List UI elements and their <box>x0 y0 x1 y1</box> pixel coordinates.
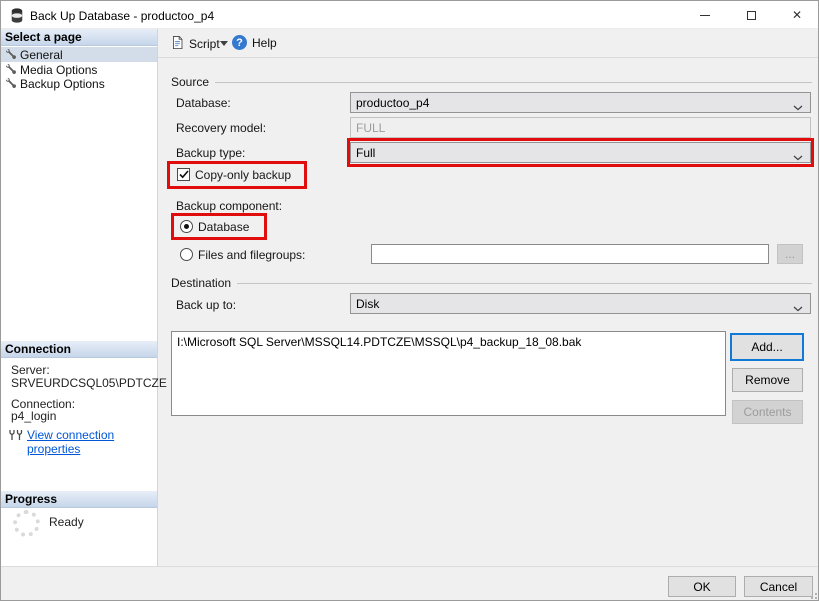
back-up-to-label: Back up to: <box>176 298 236 312</box>
maximize-icon <box>747 11 756 20</box>
recovery-model-value: FULL <box>356 121 385 135</box>
help-label: Help <box>252 36 277 50</box>
connection-value: p4_login <box>11 409 56 423</box>
back-up-to-combobox[interactable]: Disk <box>350 293 811 314</box>
minimize-icon <box>700 15 710 16</box>
database-label: Database: <box>176 96 231 110</box>
sidebar-item-general[interactable]: General <box>1 47 157 62</box>
sidebar-item-label: General <box>20 48 63 62</box>
group-divider <box>237 283 812 284</box>
backup-type-combobox[interactable]: Full <box>350 142 811 163</box>
destination-group-header: Destination <box>171 276 812 290</box>
close-button[interactable]: ✕ <box>774 1 819 29</box>
destination-file-item[interactable]: I:\Microsoft SQL Server\MSSQL14.PDTCZE\M… <box>177 335 720 349</box>
wrench-icon <box>6 63 16 77</box>
chevron-down-icon <box>793 100 803 114</box>
chevron-down-icon <box>793 301 803 315</box>
add-button[interactable]: Add... <box>730 333 804 361</box>
connection-header: Connection <box>1 341 157 358</box>
connection-properties-icon <box>9 428 23 446</box>
chevron-down-icon <box>793 150 803 164</box>
help-button[interactable]: ? Help <box>232 35 277 50</box>
sidebar-item-backup-options[interactable]: Backup Options <box>1 76 157 91</box>
database-icon <box>10 8 24 28</box>
select-a-page-header: Select a page <box>1 29 157 46</box>
view-connection-properties-link[interactable]: View connection properties <box>27 428 157 456</box>
cancel-button[interactable]: Cancel <box>744 576 813 597</box>
copy-only-backup-checkbox[interactable] <box>177 168 190 181</box>
backup-database-dialog: Back Up Database - productoo_p4 ✕ Select… <box>0 0 819 601</box>
sidebar-item-media-options[interactable]: Media Options <box>1 62 157 77</box>
destination-files-list[interactable]: I:\Microsoft SQL Server\MSSQL14.PDTCZE\M… <box>171 331 726 416</box>
sidebar: Select a page General Media Options Back… <box>1 29 158 566</box>
backup-type-combobox-value: Full <box>356 146 375 160</box>
sidebar-item-label: Media Options <box>20 63 97 77</box>
files-filegroups-radio[interactable] <box>180 248 193 261</box>
progress-spinner-icon <box>13 510 40 537</box>
source-group-header: Source <box>171 75 812 89</box>
recovery-model-label: Recovery model: <box>176 121 266 135</box>
close-icon: ✕ <box>792 8 802 22</box>
script-button[interactable]: Script <box>171 35 220 53</box>
destination-group-label: Destination <box>171 276 231 290</box>
database-radio-label: Database <box>198 220 249 234</box>
resize-grip[interactable] <box>809 591 817 599</box>
wrench-icon <box>6 48 16 62</box>
contents-button[interactable]: Contents <box>732 400 803 424</box>
progress-header: Progress <box>1 491 157 508</box>
dialog-toolbar: Script ? Help <box>158 29 819 58</box>
backup-type-label: Backup type: <box>176 146 245 160</box>
back-up-to-combobox-value: Disk <box>356 297 379 311</box>
minimize-button[interactable] <box>682 1 728 29</box>
script-icon <box>171 35 184 53</box>
database-combobox-value: productoo_p4 <box>356 96 429 110</box>
script-dropdown-arrow[interactable] <box>220 41 228 46</box>
ok-button[interactable]: OK <box>668 576 736 597</box>
title-bar: Back Up Database - productoo_p4 ✕ <box>1 1 818 29</box>
files-filegroups-label: Files and filegroups: <box>198 248 305 262</box>
progress-status: Ready <box>49 515 84 529</box>
dialog-footer: OK Cancel <box>1 566 819 601</box>
group-divider <box>215 82 812 83</box>
server-label: Server: <box>11 363 50 377</box>
maximize-button[interactable] <box>728 1 774 29</box>
files-filegroups-input[interactable] <box>371 244 769 264</box>
remove-button[interactable]: Remove <box>732 368 803 392</box>
database-combobox[interactable]: productoo_p4 <box>350 92 811 113</box>
recovery-model-field[interactable]: FULL <box>350 117 811 138</box>
copy-only-backup-label: Copy-only backup <box>195 168 291 182</box>
help-icon: ? <box>232 35 247 50</box>
server-value: SRVEURDCSQL05\PDTCZE <box>11 376 167 390</box>
sidebar-item-label: Backup Options <box>20 77 105 91</box>
browse-button[interactable]: ... <box>777 244 803 264</box>
window-title: Back Up Database - productoo_p4 <box>30 9 214 23</box>
wrench-icon <box>6 77 16 91</box>
backup-component-label: Backup component: <box>176 199 282 213</box>
script-label: Script <box>189 37 220 51</box>
database-radio[interactable] <box>180 220 193 233</box>
source-group-label: Source <box>171 75 209 89</box>
